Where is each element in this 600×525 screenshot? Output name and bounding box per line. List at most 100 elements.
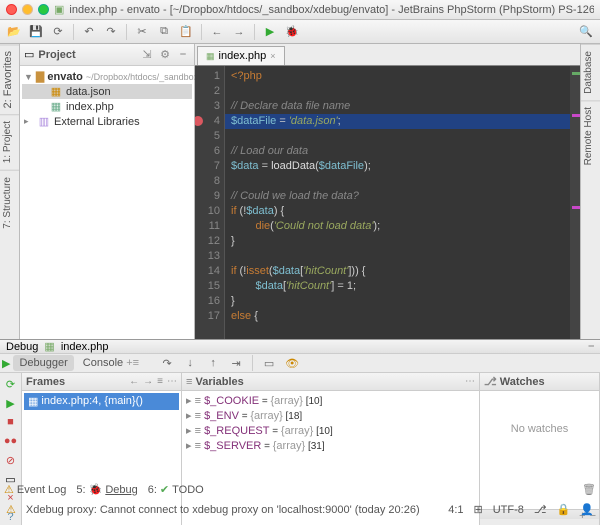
insert-icon[interactable]: ⊞ bbox=[474, 503, 483, 516]
debug-header: Debug ▦ index.php ⎯ bbox=[0, 340, 600, 354]
variable-row[interactable]: ▸ ≡ $_ENV = {array} [18] bbox=[184, 408, 477, 423]
tab-project[interactable]: 1: Project bbox=[0, 114, 19, 169]
project-panel: ▭ Project ⇲ ⚙ ⎯ ▼ ▇ envato ~/Dropbox/htd… bbox=[20, 44, 195, 339]
minimize-window-icon[interactable] bbox=[22, 4, 33, 15]
lock-icon[interactable]: 🔒 bbox=[557, 503, 571, 516]
step-over-icon[interactable]: ↷ bbox=[157, 354, 177, 372]
variables-title: ≡ Variables bbox=[186, 376, 461, 388]
frame-label: index.php:4, {main}() bbox=[41, 395, 143, 408]
variable-row[interactable]: ▸ ≡ $_COOKIE = {array} [10] bbox=[184, 393, 477, 408]
tab-debug-bottom[interactable]: 5: 🐞Debug bbox=[76, 483, 137, 496]
watch-icon[interactable]: 👁 bbox=[282, 354, 302, 372]
editor-tab-indexphp[interactable]: ▦ index.php × bbox=[197, 46, 285, 65]
prev-icon[interactable]: ← bbox=[129, 376, 139, 387]
debug-tabs: ▶ Debugger Console +≡ ↷ ↓ ↑ ⇥ ▭ 👁 bbox=[0, 354, 600, 373]
file-label: data.json bbox=[66, 86, 111, 98]
cursor-position[interactable]: 4:1 bbox=[448, 504, 463, 516]
tree-file-indexphp[interactable]: ▦ index.php bbox=[22, 99, 192, 114]
gutter[interactable]: 1234567891011121314151617 bbox=[195, 66, 225, 339]
frame-row[interactable]: ▦ index.php:4, {main}() bbox=[24, 393, 179, 410]
next-icon[interactable]: → bbox=[143, 376, 153, 387]
editor-tabs: ▦ index.php × bbox=[195, 44, 580, 66]
collapse-icon[interactable]: ⇲ bbox=[140, 48, 154, 62]
more-icon[interactable]: ⋯ bbox=[167, 376, 177, 387]
php-icon: ▦ bbox=[28, 395, 38, 408]
back-icon[interactable]: ← bbox=[207, 23, 227, 41]
step-out-icon[interactable]: ↑ bbox=[203, 354, 223, 372]
debug-icon[interactable]: 🐞 bbox=[282, 23, 302, 41]
open-icon[interactable]: 📂 bbox=[4, 23, 24, 41]
frames-panel: Frames ← → ≡ ⋯ ▦ index.php:4, {main}() bbox=[22, 373, 182, 525]
tab-todo[interactable]: 6: ✔TODO bbox=[148, 483, 204, 496]
thread-icon[interactable]: ≡ bbox=[157, 376, 163, 387]
variable-row[interactable]: ▸ ≡ $_SERVER = {array} [31] bbox=[184, 438, 477, 453]
project-icon: ▭ bbox=[24, 48, 34, 61]
window-title: index.php - envato - [~/Dropbox/htdocs/_… bbox=[69, 4, 594, 16]
libs-label: External Libraries bbox=[54, 116, 140, 128]
code-area[interactable]: <?php// Declare data file name$dataFile … bbox=[225, 66, 580, 339]
run-to-cursor-icon[interactable]: ⇥ bbox=[226, 354, 246, 372]
hector-icon[interactable]: 👤 bbox=[580, 503, 594, 516]
run-icon[interactable]: ▶ bbox=[260, 23, 280, 41]
trash-icon[interactable]: 🗑 bbox=[582, 483, 596, 496]
project-title: Project bbox=[38, 49, 75, 61]
undo-icon[interactable]: ↶ bbox=[79, 23, 99, 41]
editor: ▦ index.php × 1234567891011121314151617 … bbox=[195, 44, 580, 339]
tree-root[interactable]: ▼ ▇ envato ~/Dropbox/htdocs/_sandbox/xde… bbox=[22, 69, 192, 84]
tab-console[interactable]: Console +≡ bbox=[77, 355, 145, 371]
tab-favorites[interactable]: 2: Favorites bbox=[0, 44, 19, 114]
libs-icon: ▥ bbox=[37, 115, 51, 128]
breakpoints-icon[interactable]: ●● bbox=[3, 433, 19, 449]
evaluate-icon[interactable]: ▭ bbox=[259, 354, 279, 372]
copy-icon[interactable]: ⧉ bbox=[154, 23, 174, 41]
tab-debugger[interactable]: Debugger bbox=[13, 355, 73, 371]
git-icon[interactable]: ⎇ bbox=[534, 503, 547, 516]
paste-icon[interactable]: 📋 bbox=[176, 23, 196, 41]
resume-icon[interactable]: ▶ bbox=[3, 395, 19, 411]
more-icon[interactable]: ⋯ bbox=[465, 376, 475, 387]
save-icon[interactable]: 💾 bbox=[26, 23, 46, 41]
refresh-icon[interactable]: ⟳ bbox=[48, 23, 68, 41]
titlebar: ▣ index.php - envato - [~/Dropbox/htdocs… bbox=[0, 0, 600, 20]
traffic-lights bbox=[6, 4, 49, 15]
search-icon[interactable]: 🔍 bbox=[576, 23, 596, 41]
tab-label: index.php bbox=[219, 50, 267, 62]
folder-icon: ▇ bbox=[36, 70, 44, 83]
stop-icon[interactable]: ■ bbox=[3, 414, 19, 430]
step-into-icon[interactable]: ↓ bbox=[180, 354, 200, 372]
tree-file-datajson[interactable]: ▦ data.json bbox=[22, 84, 192, 99]
code-body[interactable]: 1234567891011121314151617 <?php// Declar… bbox=[195, 66, 580, 339]
file-label: index.php bbox=[66, 101, 114, 113]
gear-icon[interactable]: ⚙ bbox=[158, 48, 172, 62]
cut-icon[interactable]: ✂ bbox=[132, 23, 152, 41]
project-tree: ▼ ▇ envato ~/Dropbox/htdocs/_sandbox/xde… bbox=[20, 66, 194, 132]
close-window-icon[interactable] bbox=[6, 4, 17, 15]
rerun-icon[interactable]: ⟳ bbox=[3, 376, 19, 392]
debug-header-title: Debug bbox=[6, 341, 38, 353]
encoding[interactable]: UTF-8 bbox=[493, 504, 524, 516]
redo-icon[interactable]: ↷ bbox=[101, 23, 121, 41]
tab-remote-host[interactable]: Remote Host bbox=[581, 100, 600, 171]
resume-icon[interactable]: ▶ bbox=[2, 357, 10, 370]
debug-file: index.php bbox=[61, 341, 109, 353]
root-name: envato bbox=[47, 71, 82, 83]
close-icon[interactable]: × bbox=[270, 51, 275, 61]
forward-icon[interactable]: → bbox=[229, 23, 249, 41]
hide-icon[interactable]: ⎯ bbox=[176, 48, 190, 62]
zoom-window-icon[interactable] bbox=[38, 4, 49, 15]
tab-structure[interactable]: 7: Structure bbox=[0, 170, 19, 235]
variables-panel: ≡ Variables ⋯ ▸ ≡ $_COOKIE = {array} [10… bbox=[182, 373, 480, 525]
status-icon: ⚠ bbox=[6, 503, 16, 516]
main-toolbar: 📂 💾 ⟳ ↶ ↷ ✂ ⧉ 📋 ← → ▶ 🐞 🔍 bbox=[0, 20, 600, 44]
error-stripe[interactable] bbox=[570, 66, 580, 339]
left-tool-tabs: 2: Favorites 1: Project 7: Structure bbox=[0, 44, 20, 339]
variable-row[interactable]: ▸ ≡ $_REQUEST = {array} [10] bbox=[184, 423, 477, 438]
tab-eventlog[interactable]: ⚠Event Log bbox=[4, 483, 66, 496]
tree-external-libs[interactable]: ▸ ▥ External Libraries bbox=[22, 114, 192, 129]
watches-empty: No watches bbox=[482, 393, 597, 435]
hide-icon[interactable]: ⎯ bbox=[589, 340, 595, 353]
file-icon: ▣ bbox=[54, 3, 64, 16]
tab-database[interactable]: Database bbox=[581, 44, 600, 100]
php-icon: ▦ bbox=[49, 100, 63, 113]
mute-icon[interactable]: ⊘ bbox=[3, 452, 19, 468]
